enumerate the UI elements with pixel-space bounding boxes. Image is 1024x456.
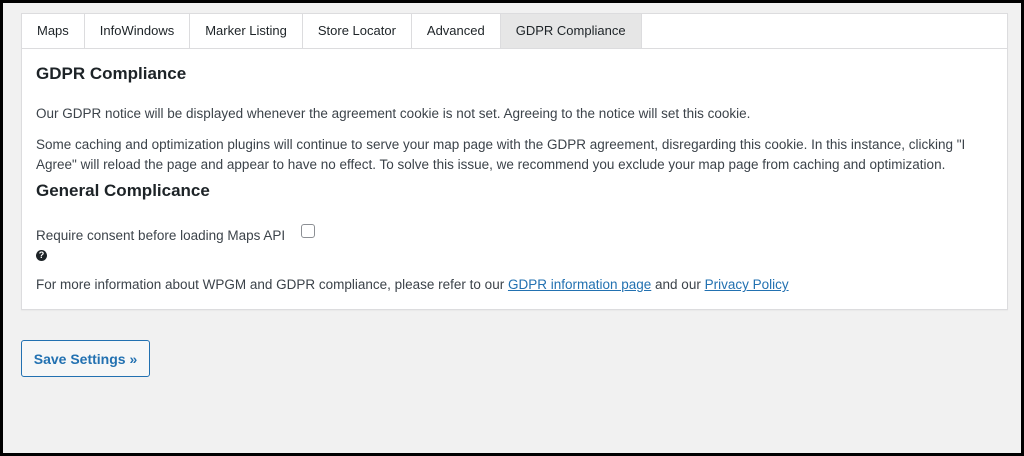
tab-maps[interactable]: Maps xyxy=(22,14,85,48)
gdpr-caching-text: Some caching and optimization plugins wi… xyxy=(36,137,966,172)
gdpr-heading: GDPR Compliance xyxy=(36,64,187,83)
settings-panel: Maps InfoWindows Marker Listing Store Lo… xyxy=(21,13,1008,310)
save-settings-button[interactable]: Save Settings » xyxy=(21,340,150,377)
more-info-prefix: For more information about WPGM and GDPR… xyxy=(36,277,508,292)
more-info-middle: and our xyxy=(651,277,705,292)
gdpr-info-link[interactable]: GDPR information page xyxy=(508,277,651,292)
privacy-policy-link[interactable]: Privacy Policy xyxy=(705,277,789,292)
consent-checkbox[interactable] xyxy=(301,224,315,238)
consent-label: Require consent before loading Maps API xyxy=(36,228,286,243)
gdpr-notice-text: Our GDPR notice will be displayed whenev… xyxy=(36,106,751,121)
settings-tabs: Maps InfoWindows Marker Listing Store Lo… xyxy=(22,14,1007,49)
app-frame: Maps InfoWindows Marker Listing Store Lo… xyxy=(3,3,1021,453)
tab-advanced[interactable]: Advanced xyxy=(411,14,501,48)
tab-marker-listing[interactable]: Marker Listing xyxy=(190,14,303,48)
tab-gdpr-compliance[interactable]: GDPR Compliance xyxy=(500,14,642,48)
general-compliance-heading: General Complicance xyxy=(36,181,210,200)
more-info-text: For more information about WPGM and GDPR… xyxy=(36,275,996,295)
question-circle-icon[interactable]: ? xyxy=(36,250,47,261)
tab-infowindows[interactable]: InfoWindows xyxy=(84,14,191,48)
tab-store-locator[interactable]: Store Locator xyxy=(302,14,412,48)
